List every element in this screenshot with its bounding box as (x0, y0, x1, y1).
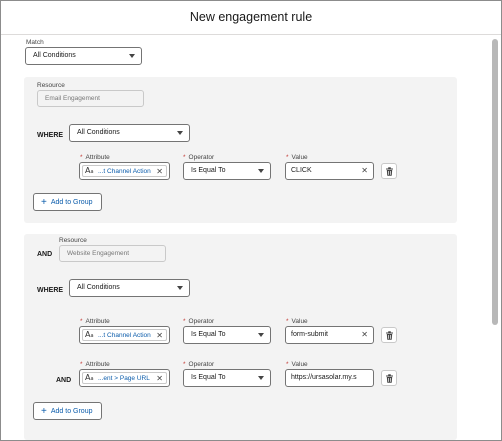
value-text: CLICK (291, 167, 312, 174)
add-to-group-button[interactable]: + Add to Group (33, 193, 102, 211)
modal-title: New engagement rule (189, 10, 313, 24)
value-header: * Value (286, 361, 308, 368)
condition-group-1: Resource Email Engagement WHERE All Cond… (24, 77, 457, 223)
plus-icon: + (41, 197, 47, 208)
operator-select[interactable]: Is Equal To (183, 326, 271, 344)
close-icon[interactable]: ✕ (361, 163, 368, 179)
value-input[interactable]: https://ursasolar.my.s (285, 369, 374, 387)
resource-label: Resource (59, 237, 87, 244)
chevron-down-icon (258, 333, 264, 337)
attribute-header: * Attribute (80, 154, 110, 161)
where-select-value: All Conditions (77, 129, 120, 136)
match-select-value: All Conditions (33, 52, 76, 59)
attribute-field[interactable]: Aa ...t Channel Action ✕ (79, 326, 170, 344)
operator-value: Is Equal To (191, 167, 226, 174)
attribute-header: * Attribute (80, 361, 110, 368)
vertical-scrollbar[interactable] (491, 37, 499, 437)
where-select-value: All Conditions (77, 284, 120, 291)
attribute-header: * Attribute (80, 318, 110, 325)
add-to-group-button[interactable]: + Add to Group (33, 402, 102, 420)
resource-label: Resource (37, 82, 65, 89)
value-input[interactable]: CLICK ✕ (285, 162, 374, 180)
operator-select[interactable]: Is Equal To (183, 369, 271, 387)
plus-icon: + (41, 406, 47, 417)
add-to-group-label: Add to Group (50, 199, 93, 206)
close-icon[interactable]: ✕ (361, 327, 368, 343)
text-type-icon: Aa (85, 373, 94, 382)
operator-value: Is Equal To (191, 331, 226, 338)
operator-header: * Operator (183, 154, 215, 161)
attribute-value: ...t Channel Action (98, 168, 151, 175)
value-input[interactable]: form-submit ✕ (285, 326, 374, 344)
delete-condition-button[interactable] (381, 327, 397, 343)
condition-group-2: AND Resource Website Engagement WHERE Al… (24, 234, 457, 440)
close-icon[interactable]: ✕ (156, 374, 163, 383)
where-keyword: WHERE (37, 287, 64, 294)
chevron-down-icon (177, 286, 183, 290)
delete-condition-button[interactable] (381, 163, 397, 179)
value-header: * Value (286, 154, 308, 161)
trash-icon (386, 374, 393, 383)
attribute-pill[interactable]: Aa ...t Channel Action ✕ (82, 165, 167, 177)
condition-connector: AND (56, 377, 72, 384)
trash-icon (386, 331, 393, 340)
where-select[interactable]: All Conditions (69, 279, 190, 297)
close-icon[interactable]: ✕ (156, 167, 163, 176)
modal-body: Match All Conditions Resource Email Enga… (1, 35, 491, 440)
delete-condition-button[interactable] (381, 370, 397, 386)
engagement-rule-modal: New engagement rule Match All Conditions… (0, 0, 502, 441)
close-icon[interactable]: ✕ (156, 331, 163, 340)
chevron-down-icon (258, 169, 264, 173)
chevron-down-icon (129, 54, 135, 58)
attribute-field[interactable]: Aa ...t Channel Action ✕ (79, 162, 170, 180)
attribute-pill[interactable]: Aa ...t Channel Action ✕ (82, 329, 167, 341)
group-connector: AND (37, 251, 53, 258)
operator-value: Is Equal To (191, 374, 226, 381)
chevron-down-icon (258, 376, 264, 380)
text-type-icon: Aa (85, 330, 94, 339)
operator-header: * Operator (183, 318, 215, 325)
value-text: https://ursasolar.my.s (291, 374, 357, 381)
where-keyword: WHERE (37, 132, 64, 139)
operator-select[interactable]: Is Equal To (183, 162, 271, 180)
match-label: Match (26, 39, 44, 46)
add-to-group-label: Add to Group (50, 408, 93, 415)
value-header: * Value (286, 318, 308, 325)
text-type-icon: Aa (85, 166, 94, 175)
attribute-field[interactable]: Aa ...ent > Page URL ✕ (79, 369, 170, 387)
modal-header: New engagement rule (1, 1, 501, 35)
trash-icon (386, 167, 393, 176)
value-text: form-submit (291, 331, 328, 338)
resource-field: Email Engagement (37, 90, 144, 107)
chevron-down-icon (177, 131, 183, 135)
attribute-pill[interactable]: Aa ...ent > Page URL ✕ (82, 372, 167, 384)
scrollbar-thumb[interactable] (492, 39, 498, 325)
resource-field: Website Engagement (59, 245, 166, 262)
attribute-value: ...t Channel Action (98, 332, 151, 339)
attribute-value: ...ent > Page URL (98, 375, 150, 382)
operator-header: * Operator (183, 361, 215, 368)
where-select[interactable]: All Conditions (69, 124, 190, 142)
match-select[interactable]: All Conditions (25, 47, 142, 65)
